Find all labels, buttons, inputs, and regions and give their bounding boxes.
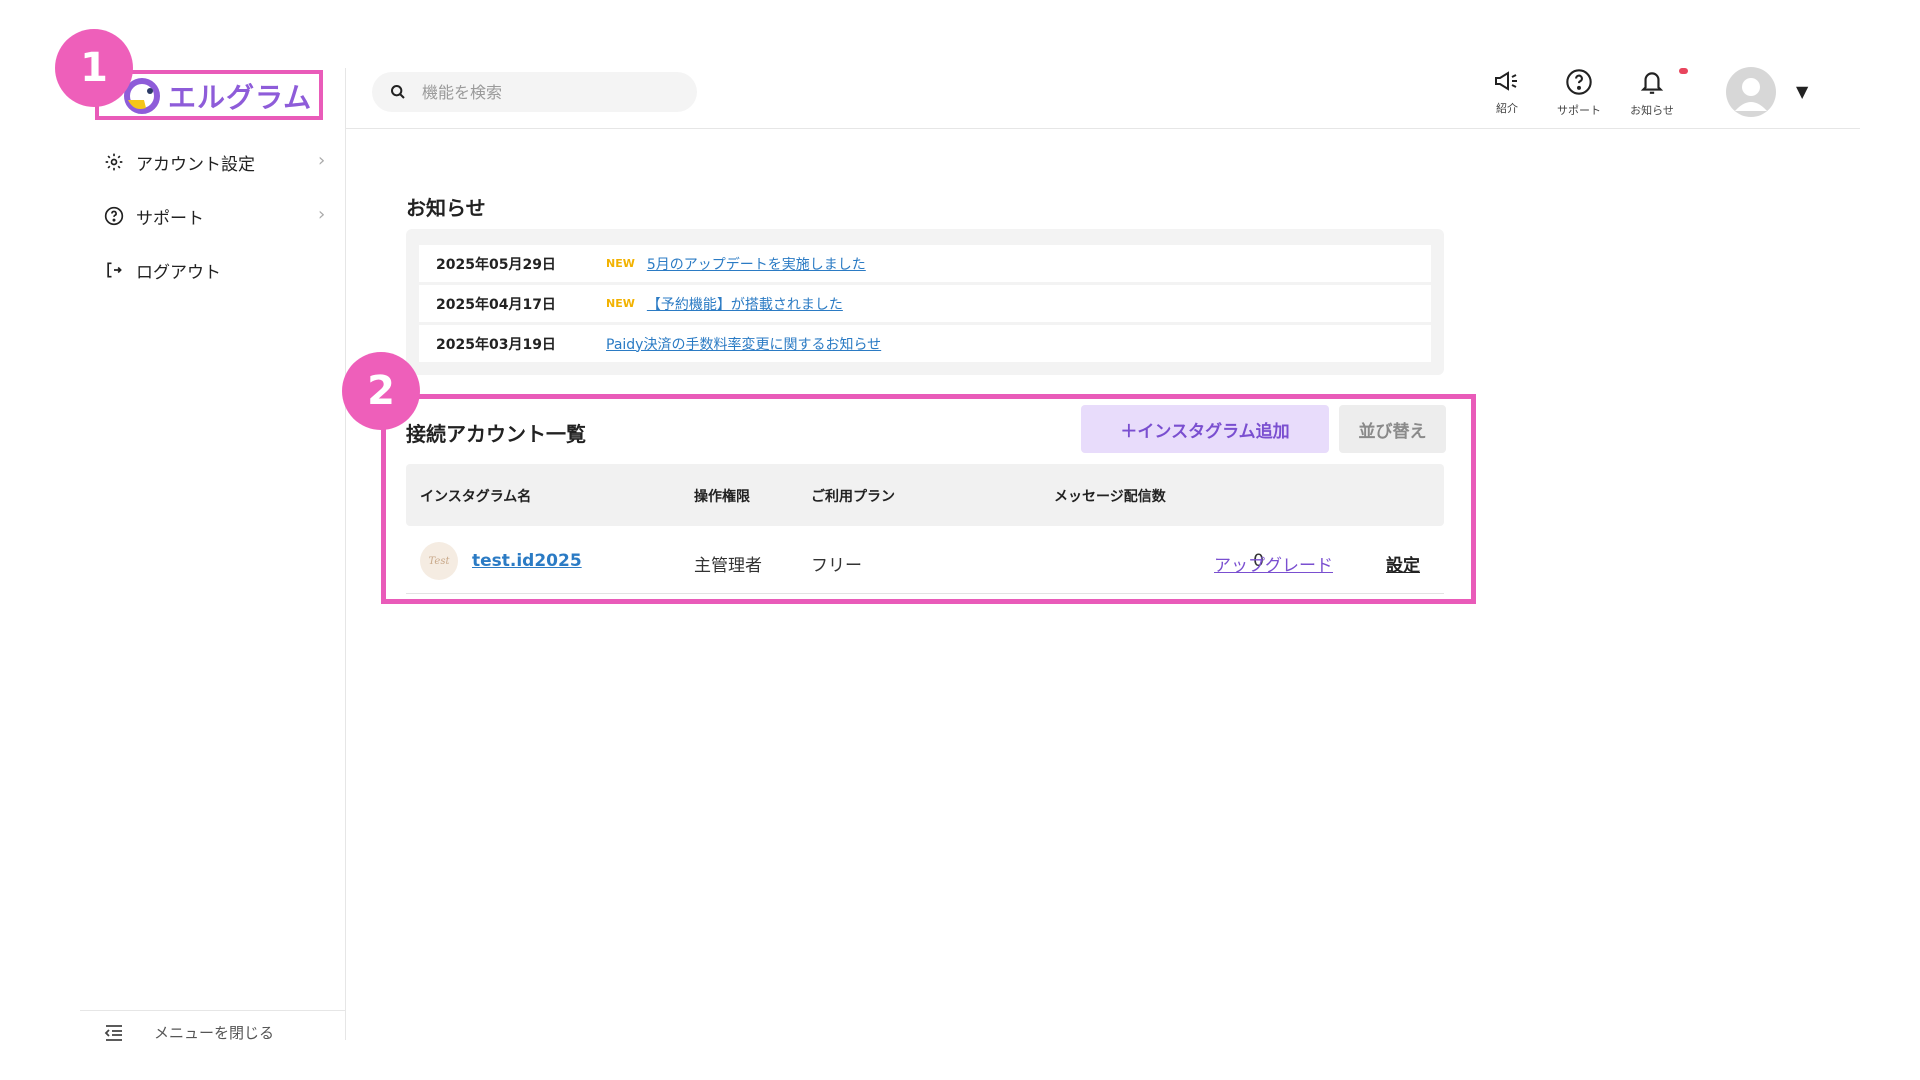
notice-item[interactable]: 2025年03月19日 Paidy決済の手数料率変更に関するお知らせ	[419, 325, 1431, 362]
sidebar-divider	[345, 68, 346, 1040]
accounts-table-header: インスタグラム名 操作権限 ご利用プラン メッセージ配信数	[406, 464, 1444, 526]
notice-item[interactable]: 2025年04月17日 NEW 【予約機能】が搭載されました	[419, 285, 1431, 322]
chevron-right-icon: ›	[318, 150, 326, 171]
sidebar-item-support[interactable]: サポート	[104, 201, 204, 231]
gear-icon	[105, 153, 123, 171]
account-avatar: Test	[420, 542, 458, 580]
megaphone-icon	[1495, 71, 1517, 91]
column-header: インスタグラム名	[420, 489, 532, 505]
search-input[interactable]	[420, 81, 684, 103]
sidebar-bottom-divider	[80, 1010, 345, 1011]
column-header: ご利用プラン	[811, 489, 895, 505]
account-plan: フリー	[811, 556, 862, 576]
new-badge: NEW	[606, 297, 635, 310]
column-header: メッセージ配信数	[1054, 489, 1166, 505]
header-divider	[346, 128, 1860, 129]
new-badge: NEW	[606, 257, 635, 270]
notice-date: 2025年05月29日	[436, 256, 556, 273]
notice-date: 2025年03月19日	[436, 336, 556, 353]
accounts-title: 接続アカウント一覧	[406, 422, 586, 446]
collapse-menu-icon	[104, 1024, 122, 1041]
logo-text[interactable]: エルグラム	[168, 76, 312, 116]
support-button[interactable]: サポート	[1544, 68, 1614, 118]
chevron-down-icon[interactable]: ▼	[1796, 82, 1808, 101]
intro-button[interactable]: 紹介	[1472, 68, 1542, 116]
sidebar-item-account-settings[interactable]: アカウント設定	[104, 147, 255, 177]
sort-button[interactable]: 並び替え	[1339, 405, 1446, 453]
notification-dot	[1679, 68, 1688, 74]
user-icon	[1735, 78, 1767, 111]
account-name-link[interactable]: test.id2025	[472, 551, 582, 571]
column-header: 操作権限	[694, 489, 750, 505]
sidebar-item-label: サポート	[136, 208, 204, 229]
settings-link[interactable]: 設定	[1386, 551, 1420, 576]
sidebar-item-label: ログアウト	[136, 262, 221, 283]
close-menu-button[interactable]: メニューを閉じる	[104, 1022, 274, 1043]
help-circle-icon	[1566, 69, 1592, 95]
notifications-button[interactable]: お知らせ	[1617, 68, 1688, 118]
notice-date: 2025年04月17日	[436, 296, 556, 313]
upgrade-link[interactable]: アップグレード	[1214, 551, 1333, 576]
notices-title: お知らせ	[406, 196, 486, 220]
step-badge-1: 1	[55, 29, 133, 107]
sidebar-item-logout[interactable]: ログアウト	[104, 255, 221, 285]
support-label: サポート	[1557, 104, 1601, 117]
account-role: 主管理者	[694, 556, 762, 576]
search-bar[interactable]	[372, 72, 697, 112]
bell-icon	[1640, 72, 1664, 94]
user-avatar[interactable]	[1726, 67, 1776, 117]
notice-item[interactable]: 2025年05月29日 NEW 5月のアップデートを実施しました	[419, 245, 1431, 282]
table-row: Test test.id2025 主管理者 フリー 0 アップグレード 設定	[406, 533, 1444, 594]
sidebar-item-label: アカウント設定	[136, 154, 255, 175]
notifications-label: お知らせ	[1630, 104, 1674, 117]
search-icon	[391, 85, 405, 99]
add-instagram-button[interactable]: ＋インスタグラム追加	[1081, 405, 1329, 453]
notice-link[interactable]: Paidy決済の手数料率変更に関するお知らせ	[606, 334, 881, 354]
notice-link[interactable]: 【予約機能】が搭載されました	[647, 294, 843, 314]
close-menu-label: メニューを閉じる	[154, 1024, 275, 1042]
intro-label: 紹介	[1496, 102, 1518, 115]
help-circle-icon	[104, 206, 124, 226]
notice-link[interactable]: 5月のアップデートを実施しました	[647, 254, 866, 274]
logout-icon	[107, 262, 122, 278]
chevron-right-icon: ›	[318, 204, 326, 225]
